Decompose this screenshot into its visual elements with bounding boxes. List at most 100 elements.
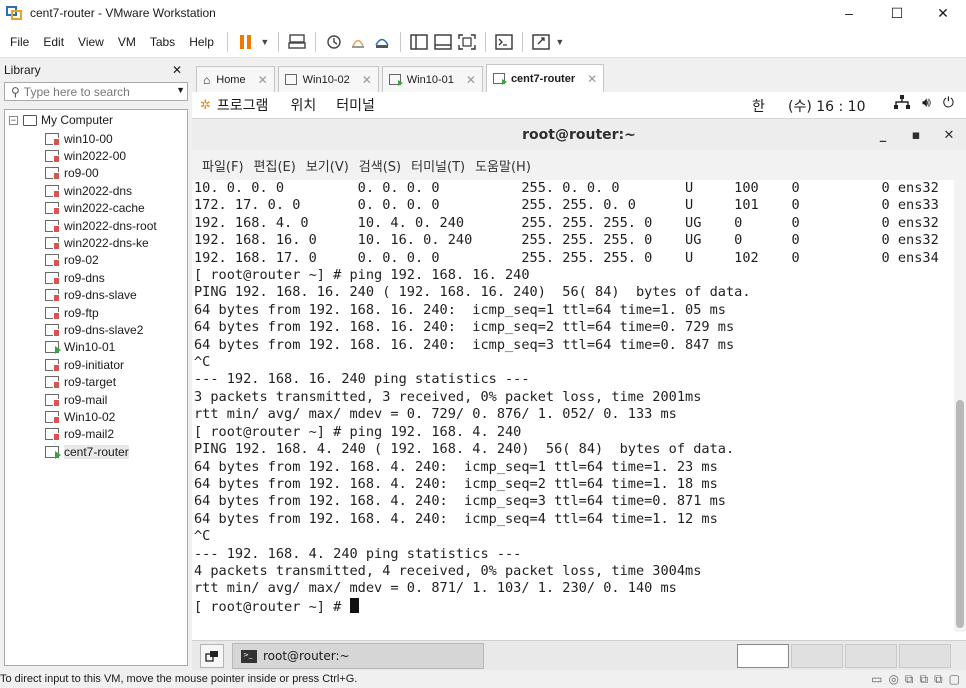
terminal-line: 172. 17. 0. 0 0. 0. 0. 0 255. 255. 0. 0 … — [194, 197, 939, 214]
library-vm-item[interactable]: ro9-dns-slave2 — [45, 321, 143, 338]
terminal-minimize-button[interactable]: _ — [868, 119, 898, 151]
tab-close-icon[interactable]: ✕ — [587, 72, 597, 86]
menu-help[interactable]: Help — [182, 35, 221, 49]
console-view-icon[interactable] — [492, 30, 516, 54]
library-vm-item[interactable]: win10-00 — [45, 130, 113, 147]
terminal-menu-help[interactable]: 도움말(H) — [475, 156, 531, 175]
library-vm-item[interactable]: ro9-mail — [45, 391, 107, 408]
library-vm-item[interactable]: win2022-dns-ke — [45, 234, 149, 251]
vm-display[interactable]: ✲ 프로그램 위치 터미널 한 (수) 16 : 10 🔊︎ ⏻ root@ro… — [192, 92, 966, 640]
menu-file[interactable]: File — [3, 35, 36, 49]
library-vm-item[interactable]: ro9-mail2 — [45, 426, 114, 443]
stretch-dropdown-icon[interactable]: ▼ — [553, 30, 567, 54]
menu-edit[interactable]: Edit — [36, 35, 71, 49]
display-icon[interactable]: ▢ — [949, 672, 960, 687]
library-vm-item[interactable]: win2022-dns-root — [45, 217, 157, 234]
vm-powered-off-icon — [45, 132, 60, 146]
system-tray[interactable]: 🔊︎ ⏻ — [894, 95, 954, 113]
library-vm-item[interactable]: win2022-cache — [45, 200, 145, 217]
vm-label: ro9-mail2 — [64, 427, 115, 442]
library-vm-item[interactable]: win2022-00 — [45, 147, 126, 164]
workspace-2[interactable] — [791, 644, 843, 668]
gnome-bottom-taskbar: root@router:~ — [192, 640, 966, 670]
library-vm-item[interactable]: Win10-01 — [45, 339, 115, 356]
snapshot-icon[interactable] — [322, 30, 346, 54]
maximize-button[interactable]: ☐ — [874, 0, 920, 26]
search-dropdown-icon[interactable]: ▼ — [176, 85, 185, 95]
close-button[interactable]: ✕ — [920, 0, 966, 26]
network-icon — [894, 95, 911, 113]
hdd-icon[interactable]: ▭ — [871, 672, 882, 687]
thumbnail-bar-icon[interactable] — [431, 30, 455, 54]
terminal-menu-search[interactable]: 검색(S) — [359, 156, 401, 175]
pause-icon[interactable] — [234, 30, 258, 54]
terminal-menu-terminal[interactable]: 터미널(T) — [411, 156, 465, 175]
ime-indicator[interactable]: 한 — [752, 96, 765, 116]
library-close-button[interactable]: ✕ — [172, 63, 182, 77]
library-vm-item[interactable]: ro9-02 — [45, 252, 99, 269]
full-screen-icon[interactable] — [455, 30, 479, 54]
snapshot-manager-icon[interactable] — [370, 30, 394, 54]
terminal-scrollbar[interactable] — [954, 180, 966, 632]
library-vm-item[interactable]: ro9-dns-slave — [45, 287, 137, 304]
vm-label: ro9-mail — [64, 392, 108, 407]
tab-close-icon[interactable]: ✕ — [466, 73, 476, 87]
terminal-prompt: [ root@router ~] # — [194, 598, 350, 615]
show-library-icon[interactable] — [407, 30, 431, 54]
network-adapter-2-icon[interactable]: ⧉ — [920, 672, 929, 687]
cd-icon[interactable]: ◎ — [888, 672, 898, 687]
library-vm-item[interactable]: ro9-00 — [45, 165, 99, 182]
tab-cent7-router[interactable]: cent7-router ✕ — [485, 64, 605, 92]
menu-vm[interactable]: VM — [111, 35, 143, 49]
applications-menu[interactable]: ✲ 프로그램 — [200, 95, 268, 115]
library-tree[interactable]: − My Computer win10-00 win2022-00 ro9-00 wi… — [4, 109, 188, 666]
places-menu[interactable]: 위치 — [290, 95, 316, 115]
terminal-menu-file[interactable]: 파일(F) — [202, 156, 244, 175]
workspace-4[interactable] — [899, 644, 951, 668]
menu-tabs[interactable]: Tabs — [143, 35, 182, 49]
tree-root-my-computer[interactable]: − My Computer — [9, 113, 113, 127]
vm-label: win2022-dns-root — [64, 218, 157, 233]
tab-close-icon[interactable]: ✕ — [362, 73, 372, 87]
taskbar-terminal-button[interactable]: root@router:~ — [232, 643, 484, 669]
terminal-line: 64 bytes from 192. 168. 16. 240: icmp_se… — [194, 336, 735, 353]
terminal-menu-view[interactable]: 보기(V) — [306, 156, 349, 175]
library-vm-item[interactable]: ro9-ftp — [45, 304, 99, 321]
stretch-guest-icon[interactable] — [529, 30, 553, 54]
status-bar: To direct input to this VM, move the mou… — [0, 670, 966, 688]
tab-win10-02[interactable]: Win10-02 ✕ — [277, 66, 379, 92]
scrollbar-thumb[interactable] — [956, 400, 964, 628]
revert-snapshot-icon[interactable] — [346, 30, 370, 54]
tab-win10-01[interactable]: Win10-01 ✕ — [381, 66, 483, 92]
clock[interactable]: (수) 16 : 10 — [788, 96, 866, 116]
vm-label: ro9-dns-slave — [64, 288, 137, 303]
terminal-line: PING 192. 168. 4. 240 ( 192. 168. 4. 240… — [194, 441, 735, 458]
terminal-line: 64 bytes from 192. 168. 4. 240: icmp_seq… — [194, 458, 718, 475]
show-desktop-button[interactable] — [200, 644, 224, 668]
network-adapter-3-icon[interactable]: ⧉ — [934, 672, 943, 687]
library-vm-item[interactable]: Win10-02 — [45, 408, 115, 425]
computer-icon — [23, 114, 37, 126]
terminal-close-button[interactable]: ✕ — [934, 119, 964, 151]
terminal-app-menu[interactable]: 터미널 — [336, 95, 375, 115]
network-adapter-icon[interactable]: ⧉ — [905, 672, 914, 687]
tab-close-icon[interactable]: ✕ — [258, 73, 268, 87]
terminal-maximize-button[interactable]: ▪ — [901, 119, 931, 151]
terminal-output[interactable]: 10. 0. 0. 0 0. 0. 0. 0 255. 0. 0. 0 U 10… — [192, 180, 954, 632]
minimize-button[interactable]: – — [826, 0, 872, 26]
workspace-1[interactable] — [737, 644, 789, 668]
library-vm-item[interactable]: ro9-target — [45, 374, 116, 391]
tab-home[interactable]: ⌂ Home ✕ — [196, 66, 275, 92]
send-ctrl-alt-del-icon[interactable] — [285, 30, 309, 54]
pause-dropdown-icon[interactable]: ▼ — [258, 30, 272, 54]
terminal-menu-edit[interactable]: 편집(E) — [254, 156, 296, 175]
vm-label: ro9-dns-slave2 — [64, 322, 144, 337]
library-vm-item[interactable]: ro9-dns — [45, 269, 105, 286]
library-search-input[interactable]: ⚲ Type here to search ▼ — [4, 82, 188, 101]
workspace-3[interactable] — [845, 644, 897, 668]
collapse-icon[interactable]: − — [9, 115, 18, 125]
library-vm-item[interactable]: ro9-initiator — [45, 356, 124, 373]
library-vm-item[interactable]: win2022-dns — [45, 182, 132, 199]
menu-view[interactable]: View — [71, 35, 111, 49]
library-vm-item[interactable]: cent7-router — [45, 443, 129, 460]
